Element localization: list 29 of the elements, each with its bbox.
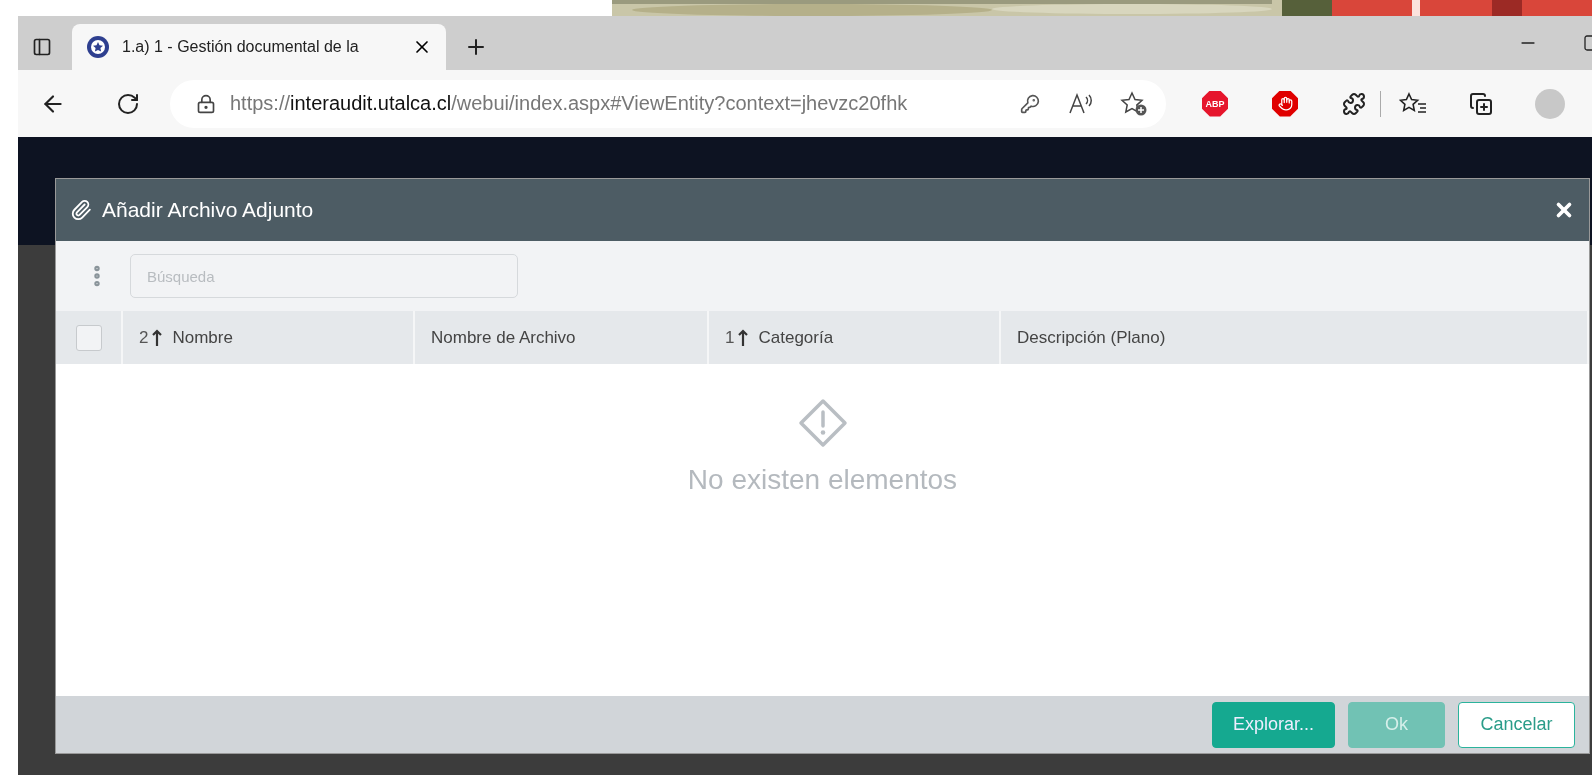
column-header[interactable]: Categoría <box>758 327 834 348</box>
adblock-extension-icon[interactable]: ABP <box>1202 90 1228 117</box>
search-field[interactable]: Búsqueda <box>130 254 518 298</box>
sort-arrow-icon <box>738 328 749 347</box>
column-header[interactable]: Descripción (Plano) <box>1017 327 1166 348</box>
select-all-checkbox[interactable] <box>75 324 102 351</box>
column-header[interactable]: Nombre <box>172 327 233 348</box>
sort-rank: 2 <box>139 327 149 348</box>
sort-arrow-icon <box>152 328 163 347</box>
reload-icon[interactable] <box>116 91 140 116</box>
extensions-icon[interactable] <box>1342 91 1366 116</box>
warning-icon <box>797 398 848 448</box>
collections-icon[interactable] <box>1469 91 1493 116</box>
site-favicon <box>86 35 110 59</box>
tab-actions-icon[interactable] <box>32 37 52 57</box>
lock-icon[interactable] <box>196 93 216 114</box>
key-icon[interactable] <box>1020 93 1040 114</box>
dialog-title: Añadir Archivo Adjunto <box>102 198 315 222</box>
column-header[interactable]: Nombre de Archivo <box>431 327 576 348</box>
browser-tab[interactable]: 1.a) 1 - Gestión documental de la <box>72 24 446 70</box>
read-aloud-icon[interactable] <box>1068 92 1094 115</box>
add-favorite-icon[interactable] <box>1120 90 1148 117</box>
favorites-icon[interactable] <box>1399 91 1427 116</box>
tab-title: 1.a) 1 - Gestión documental de la <box>122 38 360 56</box>
empty-message: No existen elementos <box>687 464 958 496</box>
maximize-icon[interactable] <box>1584 35 1592 51</box>
sort-rank: 1 <box>725 327 735 348</box>
paperclip-icon <box>70 199 92 221</box>
stop-hand-extension-icon[interactable] <box>1272 90 1298 117</box>
